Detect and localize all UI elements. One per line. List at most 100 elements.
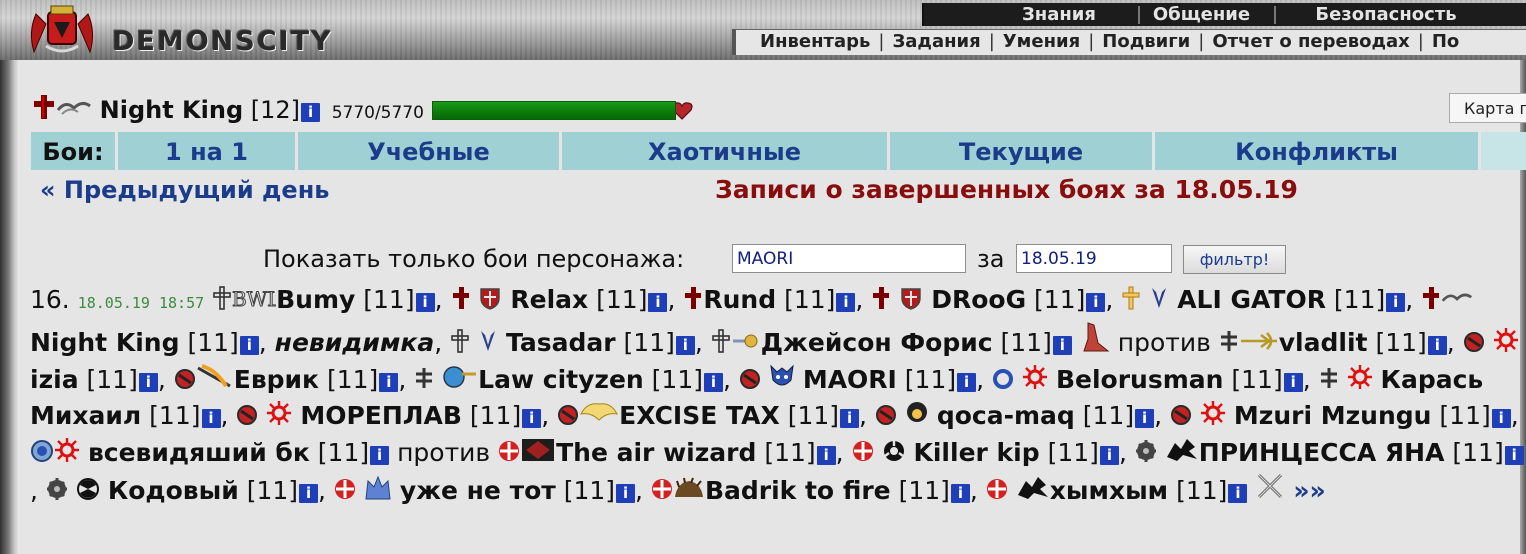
player-name[interactable]: Law cityzen bbox=[478, 365, 644, 394]
player-name[interactable]: EXCISE TAX bbox=[619, 401, 780, 430]
shield-emblem-icon[interactable] bbox=[478, 286, 502, 310]
player-info-icon[interactable]: i bbox=[138, 372, 158, 392]
player-info-icon[interactable]: i bbox=[1086, 293, 1106, 312]
clan-cross-icon[interactable] bbox=[212, 286, 232, 310]
player-name[interactable]: ALI GATOR bbox=[1177, 285, 1326, 314]
player-info-icon[interactable]: i bbox=[1386, 293, 1406, 312]
player-info-icon[interactable]: i bbox=[522, 409, 542, 429]
player-info-icon[interactable]: i bbox=[1135, 409, 1155, 429]
red-ball-icon[interactable] bbox=[557, 404, 579, 426]
subnav-inventory[interactable]: Инвентарь bbox=[760, 31, 870, 52]
player-info-icon[interactable]: i bbox=[299, 484, 319, 504]
red-sun-icon[interactable] bbox=[1347, 364, 1373, 390]
player-info-icon[interactable]: i bbox=[1504, 445, 1524, 465]
clan-cross-icon[interactable] bbox=[1421, 286, 1441, 310]
gear-emblem-icon[interactable] bbox=[1135, 439, 1157, 463]
red-sun-icon[interactable] bbox=[266, 400, 292, 426]
subnav-skills[interactable]: Умения bbox=[1003, 31, 1080, 52]
player-info-icon[interactable]: i bbox=[1283, 372, 1303, 392]
player-name[interactable]: Night King bbox=[100, 96, 244, 124]
clan-star-icon[interactable] bbox=[1319, 366, 1339, 390]
player-info-icon[interactable]: i bbox=[1099, 445, 1119, 465]
player-info-icon[interactable]: i bbox=[836, 293, 856, 312]
player-info-icon[interactable]: i bbox=[704, 372, 723, 392]
globe-icon[interactable] bbox=[442, 364, 478, 390]
red-sun-icon[interactable] bbox=[54, 437, 80, 463]
blue-ring-icon[interactable] bbox=[992, 368, 1014, 390]
player-name[interactable]: DRooG bbox=[931, 285, 1026, 314]
flame-sword-icon[interactable] bbox=[196, 363, 234, 390]
player-info-icon[interactable]: i bbox=[1491, 409, 1511, 429]
red-cross-badge-icon[interactable] bbox=[852, 439, 874, 463]
player-name[interactable]: Rund bbox=[703, 285, 776, 314]
nav-communication[interactable]: Общение bbox=[1134, 3, 1269, 26]
player-name[interactable]: Bumy bbox=[276, 285, 355, 314]
player-name[interactable]: всевидяший бк bbox=[88, 438, 310, 467]
tab-chaotic[interactable]: Хаотичные bbox=[562, 132, 890, 170]
player-name[interactable]: уже не тот bbox=[400, 476, 556, 505]
radiation-icon[interactable] bbox=[76, 477, 100, 501]
trident-icon[interactable] bbox=[1239, 329, 1279, 353]
clan-cross-icon[interactable] bbox=[871, 286, 891, 310]
character-name-input[interactable] bbox=[732, 244, 966, 273]
clan-cross-icon[interactable] bbox=[683, 286, 703, 310]
date-input[interactable] bbox=[1016, 244, 1172, 273]
nav-security[interactable]: Безопасность bbox=[1274, 3, 1498, 26]
player-info-icon[interactable]: i bbox=[1228, 484, 1248, 504]
player-info-icon[interactable]: i bbox=[301, 103, 321, 122]
player-name[interactable]: Relax bbox=[510, 285, 588, 314]
player-info-icon[interactable]: i bbox=[816, 445, 836, 465]
player-name[interactable]: Еврик bbox=[234, 365, 319, 394]
tab-training[interactable]: Учебные bbox=[298, 132, 562, 170]
shield-emblem-icon[interactable] bbox=[899, 286, 923, 310]
biohazard-icon[interactable] bbox=[882, 439, 906, 463]
player-info-icon[interactable]: i bbox=[840, 409, 860, 429]
player-name[interactable]: Night King bbox=[30, 328, 179, 357]
previous-day-link[interactable]: « Предыдущий день bbox=[40, 174, 329, 206]
player-info-icon[interactable]: i bbox=[1427, 336, 1447, 356]
city-map-button[interactable]: Карта г bbox=[1449, 93, 1526, 123]
crossed-swords-icon[interactable] bbox=[1255, 471, 1285, 501]
red-ball-icon[interactable] bbox=[739, 368, 761, 390]
player-info-icon[interactable]: i bbox=[1052, 336, 1072, 356]
blue-wolf-icon[interactable] bbox=[364, 475, 392, 501]
red-ball-icon[interactable] bbox=[875, 404, 897, 426]
red-cross-badge-icon[interactable] bbox=[986, 477, 1008, 501]
red-ball-icon[interactable] bbox=[1170, 404, 1192, 426]
clan-cross-icon[interactable] bbox=[711, 329, 731, 354]
player-name[interactable]: MAORI bbox=[803, 365, 897, 394]
player-name[interactable]: Кодовый bbox=[108, 476, 239, 505]
player-name[interactable]: vladlit bbox=[1279, 328, 1368, 357]
black-dragon-icon[interactable] bbox=[1016, 475, 1050, 501]
tab-one-on-one[interactable]: 1 на 1 bbox=[118, 132, 298, 170]
player-name[interactable]: хымхым bbox=[1050, 476, 1168, 505]
subnav-tasks[interactable]: Задания bbox=[892, 31, 980, 52]
player-info-icon[interactable]: i bbox=[648, 293, 668, 312]
player-name[interactable]: Killer kip bbox=[913, 438, 1039, 467]
blue-fang-icon[interactable] bbox=[1149, 286, 1169, 310]
player-name[interactable]: Джейсон Форис bbox=[761, 328, 993, 357]
clan-star-icon[interactable] bbox=[1219, 329, 1239, 353]
player-info-icon[interactable]: i bbox=[415, 293, 435, 312]
red-cross-badge-icon[interactable] bbox=[498, 439, 520, 463]
red-sun-icon[interactable] bbox=[1200, 400, 1226, 426]
red-ball-icon[interactable] bbox=[174, 368, 196, 390]
nav-knowledge[interactable]: Знания bbox=[984, 3, 1134, 26]
clan-cross-icon[interactable] bbox=[450, 329, 470, 354]
filter-button[interactable]: фильтр! bbox=[1183, 245, 1286, 274]
tab-conflicts[interactable]: Конфликты bbox=[1155, 132, 1481, 170]
player-info-icon[interactable]: i bbox=[616, 484, 636, 504]
player-info-icon[interactable]: i bbox=[957, 372, 977, 392]
player-name[interactable]: izia bbox=[30, 365, 79, 394]
player-name[interactable]: The air wizard bbox=[556, 438, 756, 467]
player-info-icon[interactable]: i bbox=[201, 409, 221, 429]
player-name[interactable]: Mzuri Mzungu bbox=[1234, 401, 1432, 430]
winged-sword-icon[interactable] bbox=[731, 329, 761, 353]
blue-fang-icon[interactable] bbox=[478, 329, 498, 353]
logo-text[interactable]: DEMONSCITY bbox=[112, 26, 333, 58]
red-ball-icon[interactable] bbox=[1463, 331, 1485, 353]
clan-bwl-icon[interactable]: BWL bbox=[232, 286, 276, 311]
hedgehog-icon[interactable] bbox=[673, 477, 705, 501]
player-name[interactable]: Tasadar bbox=[506, 328, 616, 357]
player-name[interactable]: МОРЕПЛАВ bbox=[300, 401, 462, 430]
